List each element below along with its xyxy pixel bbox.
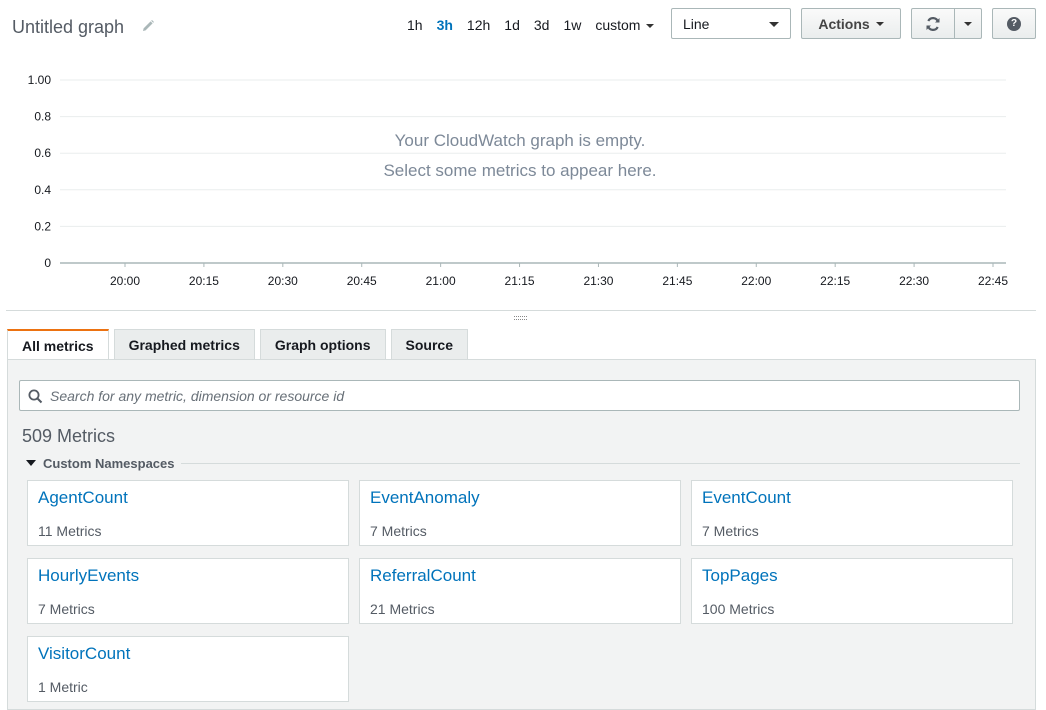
x-tick-label: 22:00 bbox=[741, 274, 771, 288]
namespace-group-title: Custom Namespaces bbox=[43, 455, 175, 471]
namespace-group-header[interactable]: Custom Namespaces bbox=[26, 455, 1020, 471]
namespace-card-referralcount[interactable]: ReferralCount 21 Metrics bbox=[359, 558, 681, 624]
namespace-card-agentcount[interactable]: AgentCount 11 Metrics bbox=[27, 480, 349, 546]
empty-graph-hint: Select some metrics to appear here. bbox=[383, 161, 657, 180]
actions-button[interactable]: Actions bbox=[801, 8, 901, 39]
caret-down-icon bbox=[964, 21, 972, 26]
namespace-metric-count: 11 Metrics bbox=[38, 523, 102, 539]
y-tick-label: 0.2 bbox=[34, 219, 51, 233]
x-tick-label: 20:45 bbox=[347, 274, 377, 288]
namespace-name[interactable]: HourlyEvents bbox=[38, 566, 139, 586]
x-tick-label: 21:00 bbox=[426, 274, 456, 288]
resize-grip-icon[interactable] bbox=[514, 316, 527, 320]
metric-search-input[interactable] bbox=[48, 381, 1008, 410]
namespace-card-eventanomaly[interactable]: EventAnomaly 7 Metrics bbox=[359, 480, 681, 546]
time-range-selector: 1h 3h 12h 1d 3d 1w custom bbox=[400, 15, 661, 35]
x-tick-label: 20:30 bbox=[268, 274, 298, 288]
y-tick-label: 0 bbox=[44, 256, 51, 270]
search-icon bbox=[28, 389, 43, 404]
y-tick-label: 0.8 bbox=[34, 110, 51, 124]
metric-search bbox=[19, 380, 1020, 411]
namespace-metric-count: 7 Metrics bbox=[38, 601, 95, 617]
tab-all-metrics[interactable]: All metrics bbox=[7, 329, 109, 360]
y-tick-label: 1.00 bbox=[28, 73, 52, 87]
time-range-12h[interactable]: 12h bbox=[460, 17, 497, 33]
metric-count: 509 Metrics bbox=[22, 426, 116, 446]
custom-label: custom bbox=[595, 17, 641, 33]
edit-pencil-icon[interactable] bbox=[141, 19, 155, 33]
namespace-card-toppages[interactable]: TopPages 100 Metrics bbox=[691, 558, 1013, 624]
graph-area: 1.00 0.8 0.6 0.4 0.2 0 20:00 20:15 20:30 20:45 21:… bbox=[0, 60, 1046, 300]
namespace-name[interactable]: EventAnomaly bbox=[370, 488, 480, 508]
time-range-1d[interactable]: 1d bbox=[497, 17, 527, 33]
x-tick-label: 21:45 bbox=[662, 274, 692, 288]
x-tick-label: 20:15 bbox=[189, 274, 219, 288]
caret-down-icon bbox=[769, 22, 779, 27]
empty-graph-message: Your CloudWatch graph is empty. bbox=[394, 131, 646, 150]
chart-type-select[interactable]: Line bbox=[671, 8, 791, 39]
x-tick-label: 22:30 bbox=[899, 274, 929, 288]
time-range-3d[interactable]: 3d bbox=[527, 17, 557, 33]
graph-title[interactable]: Untitled graph bbox=[12, 17, 124, 38]
help-icon: ? bbox=[1007, 16, 1021, 31]
namespace-card-hourlyevents[interactable]: HourlyEvents 7 Metrics bbox=[27, 558, 349, 624]
namespace-group-rule bbox=[180, 462, 1020, 464]
chart-type-value: Line bbox=[683, 16, 710, 32]
x-tick-label: 22:15 bbox=[820, 274, 850, 288]
namespace-card-visitorcount[interactable]: VisitorCount 1 Metric bbox=[27, 636, 349, 702]
x-tick-label: 20:00 bbox=[110, 274, 140, 288]
time-range-1w[interactable]: 1w bbox=[556, 17, 588, 33]
refresh-button[interactable] bbox=[911, 8, 955, 39]
namespace-metric-count: 100 Metrics bbox=[702, 601, 775, 617]
caret-down-icon bbox=[646, 24, 655, 29]
x-tick-label: 22:45 bbox=[978, 274, 1008, 288]
namespace-name[interactable]: TopPages bbox=[702, 566, 778, 586]
x-tick-label: 21:15 bbox=[505, 274, 535, 288]
namespace-name[interactable]: VisitorCount bbox=[38, 644, 130, 664]
graph-divider bbox=[6, 310, 1036, 311]
namespace-name[interactable]: ReferralCount bbox=[370, 566, 476, 586]
caret-down-icon bbox=[875, 21, 884, 26]
actions-label: Actions bbox=[818, 15, 870, 32]
namespace-card-eventcount[interactable]: EventCount 7 Metrics bbox=[691, 480, 1013, 546]
namespace-metric-count: 21 Metrics bbox=[370, 601, 435, 617]
time-range-custom-dropdown[interactable]: custom bbox=[588, 17, 661, 33]
refresh-options-dropdown[interactable] bbox=[954, 8, 982, 39]
metrics-tabs: All metrics Graphed metrics Graph option… bbox=[7, 329, 473, 360]
namespace-metric-count: 7 Metrics bbox=[370, 523, 427, 539]
tab-graphed-metrics[interactable]: Graphed metrics bbox=[113, 329, 255, 359]
time-range-1h[interactable]: 1h bbox=[400, 17, 430, 33]
refresh-icon bbox=[926, 16, 940, 31]
y-tick-label: 0.4 bbox=[34, 183, 51, 197]
collapse-triangle-icon[interactable] bbox=[26, 460, 36, 466]
namespace-name[interactable]: AgentCount bbox=[38, 488, 128, 508]
time-range-3h[interactable]: 3h bbox=[430, 17, 460, 33]
namespace-metric-count: 1 Metric bbox=[38, 679, 88, 695]
x-tick-label: 21:30 bbox=[583, 274, 613, 288]
help-button[interactable]: ? bbox=[992, 8, 1036, 39]
namespace-metric-count: 7 Metrics bbox=[702, 523, 759, 539]
tab-source[interactable]: Source bbox=[390, 329, 468, 359]
namespace-name[interactable]: EventCount bbox=[702, 488, 791, 508]
tab-graph-options[interactable]: Graph options bbox=[259, 329, 386, 359]
